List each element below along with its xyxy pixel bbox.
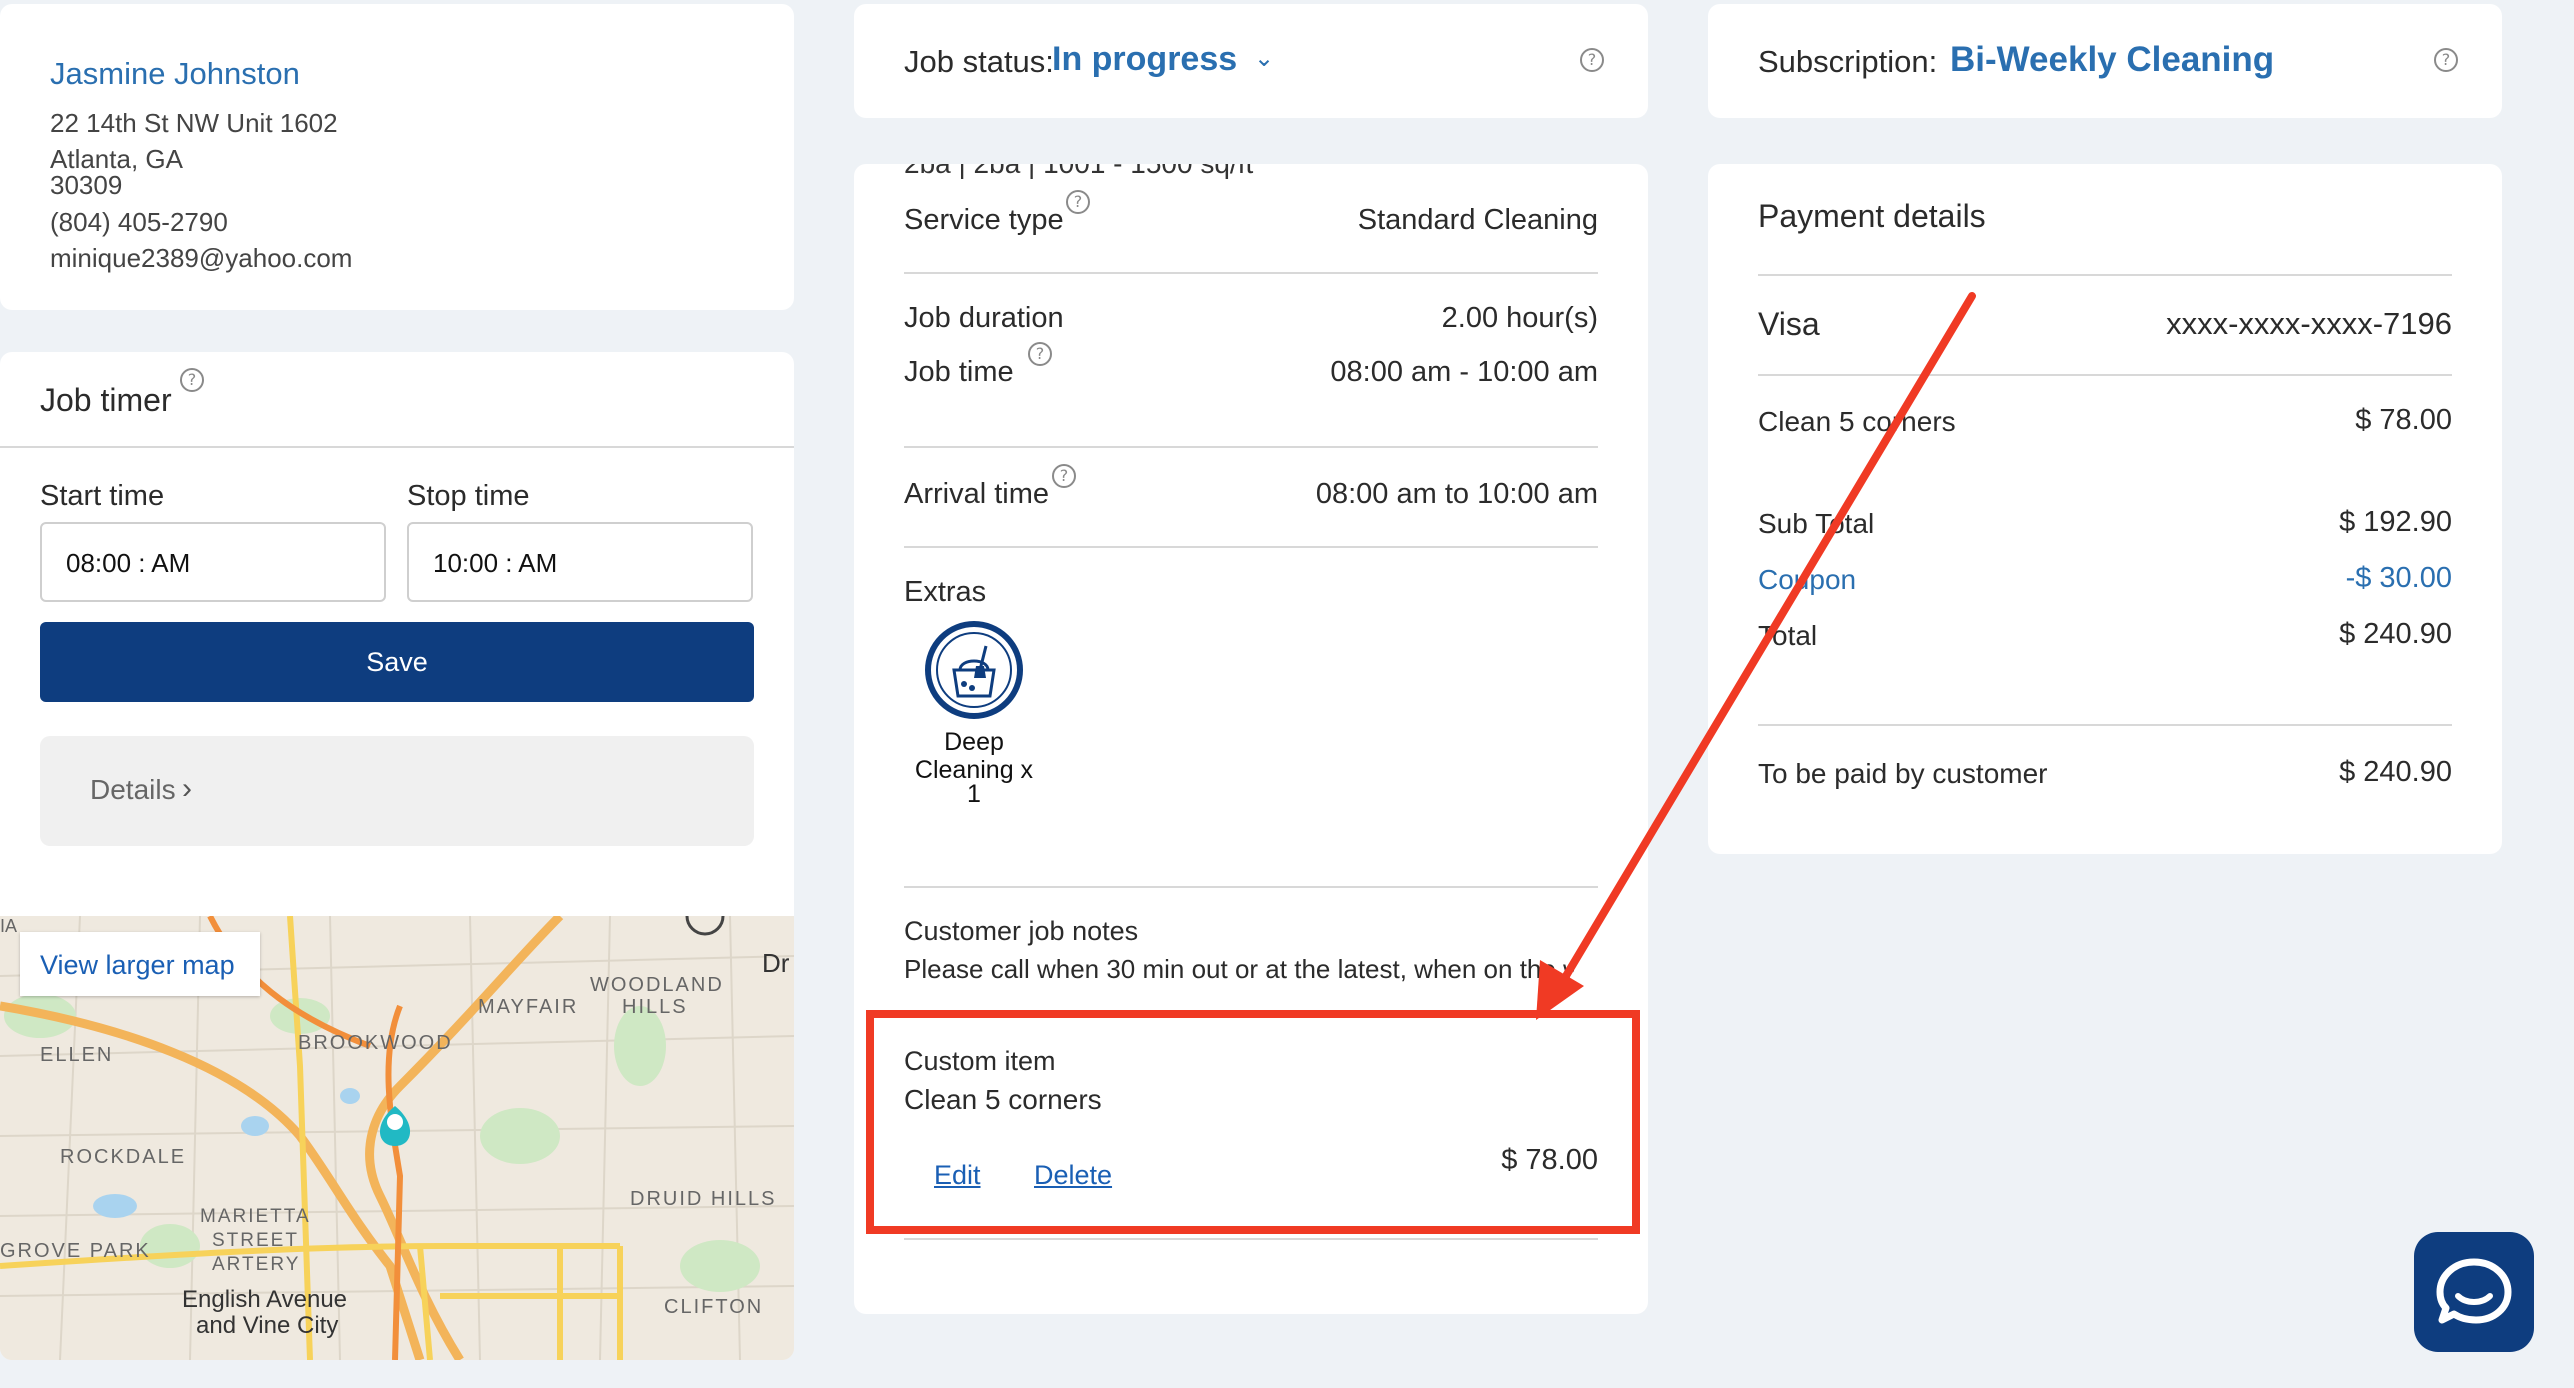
- divider: [1758, 724, 2452, 726]
- details-button[interactable]: Details ›: [40, 736, 754, 846]
- job-status-label: Job status:: [904, 44, 1054, 79]
- divider: [904, 272, 1598, 274]
- job-status-card: Job status: In progress ⌄ ?: [854, 4, 1648, 118]
- customer-address: 22 14th St NW Unit 1602: [50, 108, 338, 138]
- job-status-value: In progress: [1052, 40, 1238, 78]
- map-label: GROVE PARK: [0, 1240, 151, 1262]
- stop-time-value: 10:00 : AM: [433, 548, 558, 578]
- help-icon[interactable]: ?: [1580, 48, 1604, 72]
- service-type-label: Service type: [904, 204, 1064, 236]
- line-item-price: $ 78.00: [2355, 404, 2452, 436]
- subscription-label: Subscription:: [1758, 44, 1938, 79]
- extra-name-line: Deep: [944, 728, 1004, 756]
- help-icon[interactable]: ?: [180, 368, 204, 392]
- subscription-card: Subscription: Bi-Weekly Cleaning ?: [1708, 4, 2502, 118]
- chat-button[interactable]: [2414, 1232, 2534, 1352]
- card-number: xxxx-xxxx-xxxx-7196: [2166, 306, 2452, 341]
- map-label: WOODLAND: [590, 974, 724, 996]
- map-label: CLIFTON: [664, 1296, 764, 1318]
- deep-cleaning-icon: [924, 620, 1024, 720]
- extra-name-line: 1: [967, 780, 981, 808]
- card-brand: Visa: [1758, 306, 1820, 342]
- chevron-down-icon: ⌄: [1254, 45, 1275, 72]
- start-time-input[interactable]: 08:00 : AM: [40, 522, 386, 602]
- total-value: $ 240.90: [2339, 618, 2452, 650]
- job-duration-value: 2.00 hour(s): [1441, 302, 1598, 334]
- job-status-dropdown[interactable]: In progress ⌄: [1052, 40, 1274, 84]
- divider: [904, 1238, 1598, 1240]
- divider: [904, 446, 1598, 448]
- subtotal-value: $ 192.90: [2339, 506, 2452, 538]
- stop-time-input[interactable]: 10:00 : AM: [407, 522, 753, 602]
- subscription-value[interactable]: Bi-Weekly Cleaning: [1950, 40, 2274, 80]
- help-icon[interactable]: ?: [1028, 342, 1052, 366]
- payment-details-card: Payment details Visa xxxx-xxxx-xxxx-7196…: [1708, 164, 2502, 854]
- save-button[interactable]: Save: [40, 622, 754, 702]
- start-time-value: 08:00 : AM: [66, 548, 191, 578]
- arrival-time-value: 08:00 am to 10:00 am: [1315, 478, 1598, 510]
- map-label: STREET: [212, 1230, 299, 1251]
- payment-details-title: Payment details: [1758, 198, 1986, 234]
- job-timer-card: Job timer ? Start time Stop time 08:00 :…: [0, 352, 794, 1360]
- map-label: ELLEN: [40, 1044, 114, 1066]
- paid-by-customer-value: $ 240.90: [2339, 756, 2452, 788]
- subtotal-label: Sub Total: [1758, 508, 1875, 539]
- chevron-right-icon: ›: [182, 772, 192, 805]
- map-label: IA: [0, 916, 18, 936]
- extras-label: Extras: [904, 576, 987, 608]
- paid-by-customer-label: To be paid by customer: [1758, 758, 2048, 789]
- chat-bubble-icon: [2436, 1258, 2512, 1324]
- customer-notes-label: Customer job notes: [904, 916, 1139, 946]
- view-larger-map-button[interactable]: View larger map: [20, 932, 260, 996]
- view-larger-map-label: View larger map: [40, 950, 235, 980]
- customer-notes-text: Please call when 30 min out or at the la…: [904, 954, 1574, 984]
- job-time-value: 08:00 am - 10:00 am: [1330, 356, 1598, 388]
- annotation-highlight-box: [866, 1010, 1640, 1234]
- map-label: ROCKDALE: [60, 1146, 187, 1168]
- map-label: English Avenue: [182, 1286, 348, 1313]
- divider: [1758, 274, 2452, 276]
- service-type-value: Standard Cleaning: [1357, 204, 1598, 236]
- extra-item-name: Deep Cleaning x 1: [874, 728, 1074, 808]
- details-label: Details: [90, 774, 176, 805]
- customer-card: Jasmine Johnston 22 14th St NW Unit 1602…: [0, 4, 794, 310]
- map-label: DRUID HILLS: [630, 1188, 777, 1210]
- map-label: MARIETTA: [200, 1206, 311, 1227]
- map-label: Dr: [762, 948, 790, 978]
- customer-zip: 30309: [50, 170, 123, 200]
- line-item-name: Clean 5 corners: [1758, 406, 1956, 437]
- map[interactable]: View larger map MAYFAIR WOODLAND HILLS B…: [0, 916, 794, 1360]
- coupon-label[interactable]: Coupon: [1758, 564, 1856, 596]
- stop-time-label: Stop time: [407, 480, 530, 512]
- job-summary-cutoff: 2ba | 2ba | 1001 - 1500 sq/ft: [904, 164, 1253, 180]
- job-duration-label: Job duration: [904, 302, 1064, 334]
- customer-email: minique2389@yahoo.com: [50, 243, 353, 273]
- map-label: BROOKWOOD: [298, 1032, 453, 1054]
- divider: [0, 446, 794, 448]
- start-time-label: Start time: [40, 480, 165, 512]
- save-button-label: Save: [366, 647, 428, 677]
- customer-phone: (804) 405-2790: [50, 207, 228, 237]
- map-label: HILLS: [622, 996, 688, 1018]
- help-icon[interactable]: ?: [1066, 190, 1090, 214]
- job-time-label: Job time: [904, 356, 1014, 388]
- map-label: and Vine City: [196, 1312, 339, 1339]
- total-label: Total: [1758, 620, 1818, 651]
- divider: [1758, 374, 2452, 376]
- map-label: MAYFAIR: [478, 996, 579, 1018]
- customer-name[interactable]: Jasmine Johnston: [50, 56, 300, 92]
- coupon-value: -$ 30.00: [2345, 562, 2452, 594]
- help-icon[interactable]: ?: [1052, 464, 1076, 488]
- arrival-time-label: Arrival time: [904, 478, 1050, 510]
- help-icon[interactable]: ?: [2434, 48, 2458, 72]
- divider: [904, 886, 1598, 888]
- map-label: ARTERY: [212, 1254, 301, 1275]
- divider: [904, 546, 1598, 548]
- job-timer-title: Job timer: [40, 382, 172, 418]
